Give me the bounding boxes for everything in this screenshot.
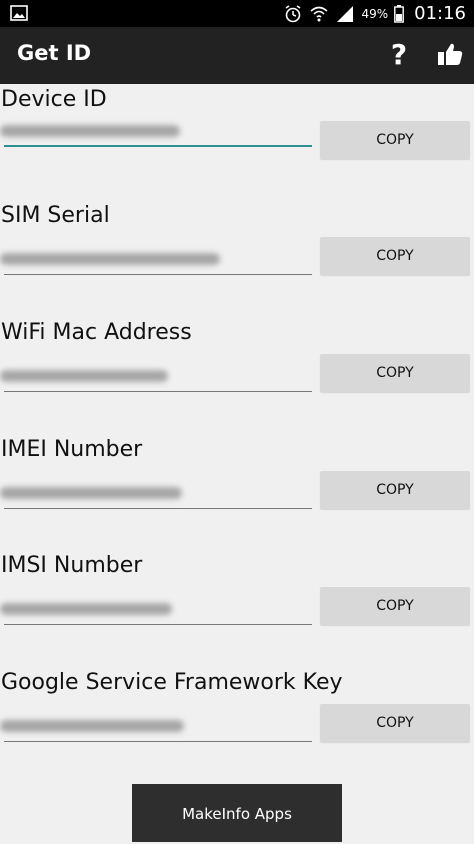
- imei-input[interactable]: [0, 475, 312, 509]
- imsi-section: IMSI Number COPY: [0, 553, 474, 663]
- app-bar: Get ID ?: [0, 27, 474, 84]
- field-label: IMSI Number: [1, 553, 143, 578]
- input-underline: [4, 624, 312, 625]
- gsf-key-section: Google Service Framework Key COPY: [0, 670, 474, 780]
- makeinfo-apps-button[interactable]: MakeInfo Apps: [132, 784, 342, 842]
- imsi-input[interactable]: [0, 591, 312, 625]
- input-underline: [4, 508, 312, 509]
- sim-serial-input[interactable]: [0, 241, 312, 275]
- wifi-mac-input[interactable]: [0, 358, 312, 392]
- field-label: IMEI Number: [1, 437, 143, 462]
- redacted-value: [0, 253, 220, 265]
- imei-section: IMEI Number COPY: [0, 437, 474, 547]
- help-button[interactable]: ?: [384, 37, 414, 73]
- sim-serial-section: SIM Serial COPY: [0, 203, 474, 313]
- battery-icon: [394, 4, 405, 23]
- input-underline: [4, 145, 312, 147]
- signal-icon: [337, 5, 354, 22]
- copy-button[interactable]: COPY: [320, 354, 470, 392]
- redacted-value: [0, 720, 184, 732]
- alarm-icon: [286, 4, 301, 22]
- copy-button[interactable]: COPY: [320, 121, 470, 159]
- field-label: Google Service Framework Key: [1, 670, 343, 695]
- field-label: SIM Serial: [1, 203, 110, 228]
- redacted-value: [0, 603, 172, 615]
- battery-percent: 49%: [361, 6, 389, 21]
- copy-button[interactable]: COPY: [320, 471, 470, 509]
- input-underline: [4, 274, 312, 275]
- copy-button[interactable]: COPY: [320, 587, 470, 625]
- redacted-value: [0, 370, 168, 382]
- copy-button[interactable]: COPY: [320, 237, 470, 275]
- field-label: WiFi Mac Address: [1, 320, 192, 345]
- field-label: Device ID: [1, 87, 107, 112]
- device-id-section: Device ID COPY: [0, 87, 474, 197]
- device-id-input[interactable]: [0, 113, 312, 147]
- copy-button[interactable]: COPY: [320, 704, 470, 742]
- app-title: Get ID: [17, 41, 92, 65]
- status-bar: 49% 01:16: [0, 0, 474, 27]
- wifi-mac-section: WiFi Mac Address COPY: [0, 320, 474, 430]
- wifi-icon: [310, 6, 328, 21]
- input-underline: [4, 741, 312, 742]
- input-underline: [4, 391, 312, 392]
- redacted-value: [0, 125, 180, 137]
- thumbs-up-icon[interactable]: [436, 40, 464, 68]
- redacted-value: [0, 487, 182, 499]
- gallery-icon: [10, 5, 28, 21]
- gsf-key-input[interactable]: [0, 708, 312, 742]
- clock: 01:16: [414, 3, 466, 24]
